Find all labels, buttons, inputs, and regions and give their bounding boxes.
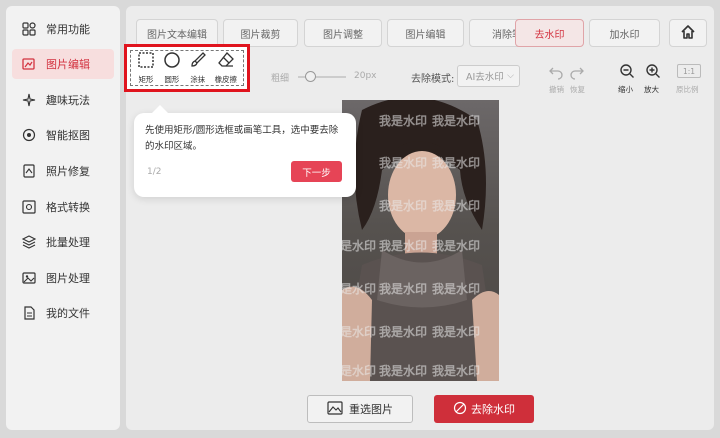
sidebar-item-convert[interactable]: 格式转换 [12,192,114,222]
sidebar-item-label: 趣味玩法 [46,94,90,107]
sidebar-item-label: 照片修复 [46,165,90,178]
sidebar-item-fun[interactable]: 趣味玩法 [12,85,114,115]
watermark-text: 我是水印 [379,325,428,339]
watermark-text: 我是水印 [379,199,428,213]
watermark-text: 我是水印 [432,114,481,128]
tab-edit[interactable]: 图片编辑 [387,19,464,47]
sidebar-item-label: 我的文件 [46,307,90,320]
sidebar-item-label: 批量处理 [46,236,90,249]
zoom-in-icon[interactable] [645,63,661,79]
mode-select-value: AI去水印 [466,72,504,83]
remove-watermark-button[interactable]: 去除水印 [434,395,534,423]
watermark-text: 我是水印 [432,364,481,378]
sidebar-item-image-edit[interactable]: 图片编辑 [12,49,114,79]
sidebar-item-repair[interactable]: 照片修复 [12,156,114,186]
home-icon [680,24,696,43]
zoom-out-icon[interactable] [619,63,635,79]
sidebar-item-batch[interactable]: 批量处理 [12,227,114,257]
watermark-text: 我是水印 [342,325,377,339]
watermark-text: 我是水印 [342,239,377,253]
sidebar-item-common[interactable]: 常用功能 [12,14,114,44]
convert-icon [22,200,36,214]
watermark-text: 我是水印 [342,364,377,378]
sidebar-item-label: 智能抠图 [46,129,90,142]
rectangle-tool[interactable]: 矩形 [137,51,155,85]
sidebar-item-label: 图片处理 [46,272,90,285]
brush-size-label: 粗细 [271,74,290,84]
reselect-image-button[interactable]: 重选图片 [307,395,413,423]
tab-adjust[interactable]: 图片调整 [304,19,382,47]
sparkle-icon [22,93,36,107]
circle-select-icon [163,51,181,72]
eraser-icon [217,51,235,72]
zoom-in-label: 放大 [644,85,659,94]
watermark-text: 我是水印 [432,156,481,170]
rectangle-select-icon [137,51,155,72]
circle-tool-label: 圆形 [164,75,180,84]
tab-remove-watermark[interactable]: 去水印 [515,19,584,47]
sidebar-item-files[interactable]: 我的文件 [12,298,114,328]
file-icon [22,306,36,320]
layers-icon [22,235,36,249]
ratio-box[interactable]: 1:1 [677,64,701,78]
selection-tools: 矩形 圆形 涂抹 橡皮擦 [130,50,244,86]
image-canvas[interactable]: 我是水印 我是水印 我是水印 我是水印 我是水印 我是水印 我是水印 我是水印 … [342,100,499,381]
watermark-text: 我是水印 [432,282,481,296]
watermark-text: 我是水印 [379,239,428,253]
mode-select[interactable]: AI去水印 ⌵ [457,65,520,87]
circle-tool[interactable]: 圆形 [163,51,181,85]
reselect-image-label: 重选图片 [349,403,393,416]
sidebar: 常用功能 图片编辑 趣味玩法 智能抠图 照片修复 格式转换 批量处理 图片处理 … [6,6,120,430]
eraser-tool[interactable]: 橡皮擦 [214,51,238,85]
tab-add-watermark[interactable]: 加水印 [589,19,660,47]
sidebar-item-label: 图片编辑 [46,58,90,71]
original-ratio-label: 原比例 [676,85,699,94]
brush-tool-label: 涂抹 [190,75,206,84]
remove-watermark-label: 去除水印 [471,403,515,416]
chevron-down-icon: ⌵ [507,71,514,81]
watermark-text: 我是水印 [342,282,377,296]
selection-tools-group: 矩形 圆形 涂抹 橡皮擦 [124,44,250,92]
eraser-tool-label: 橡皮擦 [214,75,238,84]
zoom-out-label: 缩小 [618,85,633,94]
brush-tool[interactable]: 涂抹 [189,51,207,85]
sidebar-item-process[interactable]: 图片处理 [12,263,114,293]
mode-label: 去除模式: [411,74,455,85]
home-button[interactable] [669,19,707,47]
watermark-text: 我是水印 [379,364,428,378]
next-step-button[interactable]: 下一步 [291,161,342,182]
rectangle-tool-label: 矩形 [138,75,154,84]
sidebar-item-label: 格式转换 [46,201,90,214]
brush-size-value: 20px [354,71,377,81]
undo-label: 撤销 [549,85,564,94]
brush-icon [189,51,207,72]
watermark-text: 我是水印 [379,156,428,170]
guide-tooltip: 先使用矩形/圆形选框或画笔工具，选中要去除的水印区域。 1/2 下一步 [134,105,356,197]
image-icon [22,271,36,285]
watermark-text: 我是水印 [379,114,428,128]
tooltip-page-indicator: 1/2 [147,167,162,177]
tab-crop[interactable]: 图片裁剪 [223,19,298,47]
watermark-text: 我是水印 [379,282,428,296]
sidebar-item-label: 常用功能 [46,23,90,36]
watermark-text: 我是水印 [432,199,481,213]
image-edit-icon [22,57,36,71]
watermark-text: 我是水印 [432,325,481,339]
undo-icon[interactable] [548,64,564,80]
tooltip-text: 先使用矩形/圆形选框或画笔工具，选中要去除的水印区域。 [145,125,339,152]
remove-watermark-icon [453,401,467,418]
brush-size-knob[interactable] [305,71,316,82]
photo-repair-icon [22,164,36,178]
image-icon [327,400,343,418]
sidebar-item-cutout[interactable]: 智能抠图 [12,120,114,150]
grid-icon [22,22,36,36]
target-icon [22,128,36,142]
tab-text-edit[interactable]: 图片文本编辑 [136,19,218,47]
redo-icon[interactable] [569,64,585,80]
redo-label: 恢复 [570,85,585,94]
tooltip-arrow [152,105,168,113]
watermark-text: 我是水印 [432,239,481,253]
